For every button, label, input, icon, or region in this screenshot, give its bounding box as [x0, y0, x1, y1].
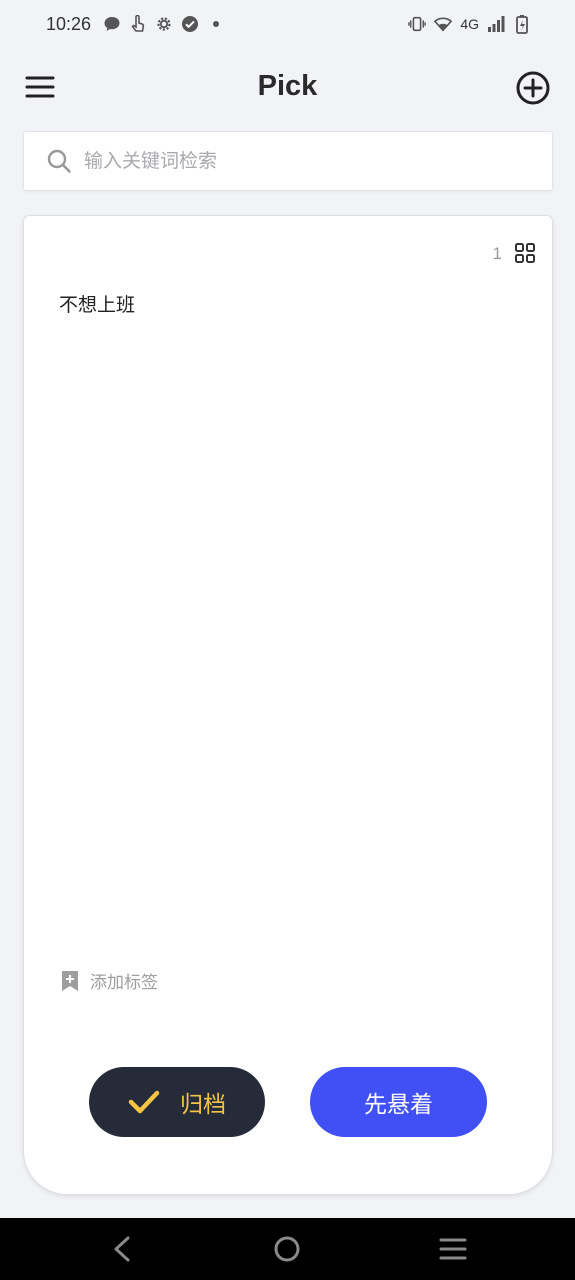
status-bar-left: 10:26: [46, 14, 225, 35]
add-button[interactable]: [515, 70, 551, 106]
add-circle-icon: [516, 71, 550, 105]
signal-icon: [487, 15, 505, 33]
add-tag-button[interactable]: 添加标签: [60, 968, 158, 993]
status-bar: 10:26 4G: [0, 0, 575, 48]
page-title: Pick: [257, 70, 318, 102]
later-button[interactable]: 先悬着: [310, 1067, 487, 1137]
touch-icon: [129, 15, 147, 33]
wifi-icon: [434, 15, 453, 33]
archive-button[interactable]: 归档: [89, 1067, 265, 1137]
search-icon: [47, 149, 71, 173]
search-box[interactable]: [23, 131, 553, 191]
network-type: 4G: [460, 16, 479, 32]
message-icon: [103, 15, 121, 33]
grid-view-icon[interactable]: [514, 242, 536, 264]
note-text[interactable]: 不想上班: [59, 290, 135, 317]
note-count: 1: [492, 244, 502, 263]
back-icon[interactable]: [108, 1234, 136, 1264]
note-card: 1 不想上班 添加标签 归档 先悬着: [23, 215, 553, 1195]
bookmark-add-icon: [62, 970, 78, 991]
archive-label: 归档: [180, 1092, 226, 1118]
add-tag-label: 添加标签: [90, 973, 158, 993]
vibrate-icon: [408, 15, 427, 33]
search-input[interactable]: [84, 150, 552, 172]
status-time: 10:26: [46, 13, 92, 34]
dot-icon: [207, 15, 225, 33]
check-circle-icon: [181, 15, 199, 33]
settings-icon: [155, 15, 173, 33]
status-bar-right: 4G: [408, 15, 531, 34]
recents-icon[interactable]: [438, 1236, 468, 1262]
home-icon[interactable]: [273, 1235, 301, 1263]
system-nav-bar: [0, 1218, 575, 1280]
check-icon: [128, 1090, 160, 1114]
app-bar: Pick: [0, 56, 575, 122]
battery-charging-icon: [513, 15, 531, 34]
